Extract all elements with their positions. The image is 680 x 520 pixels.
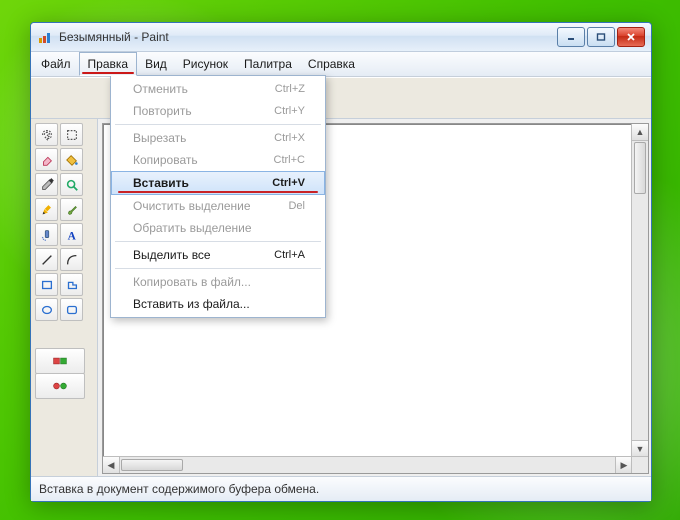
rect-select-icon[interactable] bbox=[60, 123, 83, 146]
menu-item-label: Выделить все bbox=[133, 248, 211, 262]
free-select-icon[interactable] bbox=[35, 123, 58, 146]
menu-item: Обратить выделение bbox=[111, 217, 325, 239]
menu-item: Очистить выделение Del bbox=[111, 195, 325, 217]
magnifier-icon[interactable] bbox=[60, 173, 83, 196]
menu-item-label: Вставить из файла... bbox=[133, 297, 250, 311]
polygon-icon[interactable] bbox=[60, 273, 83, 296]
menu-вид[interactable]: Вид bbox=[137, 52, 175, 76]
text-icon[interactable]: A bbox=[60, 223, 83, 246]
window-title: Безымянный - Paint bbox=[59, 30, 557, 44]
menu-item: Отменить Ctrl+Z bbox=[111, 78, 325, 100]
menu-item-shortcut: Ctrl+C bbox=[274, 154, 305, 166]
menu-item-label: Обратить выделение bbox=[133, 221, 252, 235]
menu-item-label: Вырезать bbox=[133, 131, 186, 145]
minimize-button[interactable] bbox=[557, 27, 585, 47]
menu-item-label: Вставить bbox=[133, 176, 189, 190]
menu-item-shortcut: Ctrl+Z bbox=[275, 83, 305, 95]
window-controls bbox=[557, 27, 645, 47]
menu-справка[interactable]: Справка bbox=[300, 52, 363, 76]
pencil-icon[interactable] bbox=[35, 198, 58, 221]
menu-separator bbox=[115, 241, 321, 242]
scroll-left-button[interactable]: ◀ bbox=[103, 457, 120, 473]
scroll-right-button[interactable]: ▶ bbox=[615, 457, 632, 473]
menu-separator bbox=[115, 268, 321, 269]
ellipse-icon[interactable] bbox=[35, 298, 58, 321]
menu-рисунок[interactable]: Рисунок bbox=[175, 52, 236, 76]
size-grip[interactable] bbox=[631, 456, 648, 473]
menu-item[interactable]: Выделить все Ctrl+A bbox=[111, 244, 325, 266]
menu-separator bbox=[115, 124, 321, 125]
menu-item-shortcut: Ctrl+X bbox=[274, 132, 305, 144]
titlebar[interactable]: Безымянный - Paint bbox=[31, 23, 651, 52]
menu-item-shortcut: Ctrl+A bbox=[274, 249, 305, 261]
horizontal-scroll-thumb[interactable] bbox=[121, 459, 183, 471]
menubar: ФайлПравкаВидРисунокПалитраСправка bbox=[31, 52, 651, 77]
vertical-scroll-thumb[interactable] bbox=[634, 142, 646, 194]
horizontal-scrollbar[interactable]: ◀ ▶ bbox=[103, 456, 632, 473]
option-b-icon[interactable] bbox=[35, 373, 85, 399]
scroll-down-button[interactable]: ▼ bbox=[632, 440, 648, 457]
curve-icon[interactable] bbox=[60, 248, 83, 271]
menu-item-label: Отменить bbox=[133, 82, 188, 96]
eraser-icon[interactable] bbox=[35, 148, 58, 171]
menu-item: Копировать Ctrl+C bbox=[111, 149, 325, 171]
picker-icon[interactable] bbox=[35, 173, 58, 196]
edit-menu-dropdown: Отменить Ctrl+Z Повторить Ctrl+Y Вырезать Ctr… bbox=[110, 75, 326, 318]
paint-window: Безымянный - Paint ФайлПравкаВидРисунокП… bbox=[30, 22, 652, 502]
desktop-background: Безымянный - Paint ФайлПравкаВидРисунокП… bbox=[0, 0, 680, 520]
rect-icon[interactable] bbox=[35, 273, 58, 296]
menu-item-shortcut: Del bbox=[288, 200, 305, 212]
menu-правка[interactable]: Правка bbox=[79, 52, 138, 76]
menu-item-label: Повторить bbox=[133, 104, 192, 118]
status-text: Вставка в документ содержимого буфера об… bbox=[39, 482, 319, 496]
statusbar: Вставка в документ содержимого буфера об… bbox=[31, 476, 651, 501]
menu-item-shortcut: Ctrl+Y bbox=[274, 105, 305, 117]
menu-item-shortcut: Ctrl+V bbox=[272, 177, 305, 189]
line-icon[interactable] bbox=[35, 248, 58, 271]
app-icon bbox=[37, 29, 53, 45]
svg-text:A: A bbox=[67, 230, 76, 242]
menu-item-label: Копировать bbox=[133, 153, 198, 167]
menu-item-label: Копировать в файл... bbox=[133, 275, 251, 289]
brush-icon[interactable] bbox=[60, 198, 83, 221]
menu-item: Копировать в файл... bbox=[111, 271, 325, 293]
menu-файл[interactable]: Файл bbox=[33, 52, 79, 76]
menu-item[interactable]: Вставить Ctrl+V bbox=[111, 171, 325, 195]
vertical-scrollbar[interactable]: ▲ ▼ bbox=[631, 124, 648, 457]
airbrush-icon[interactable] bbox=[35, 223, 58, 246]
roundrect-icon[interactable] bbox=[60, 298, 83, 321]
close-button[interactable] bbox=[617, 27, 645, 47]
menu-палитра[interactable]: Палитра bbox=[236, 52, 300, 76]
menu-item: Повторить Ctrl+Y bbox=[111, 100, 325, 122]
menu-item: Вырезать Ctrl+X bbox=[111, 127, 325, 149]
menu-item-label: Очистить выделение bbox=[133, 199, 251, 213]
menu-item[interactable]: Вставить из файла... bbox=[111, 293, 325, 315]
fill-icon[interactable] bbox=[60, 148, 83, 171]
scroll-up-button[interactable]: ▲ bbox=[632, 124, 648, 141]
toolbox: A bbox=[31, 119, 98, 476]
option-a-icon[interactable] bbox=[35, 348, 85, 374]
maximize-button[interactable] bbox=[587, 27, 615, 47]
